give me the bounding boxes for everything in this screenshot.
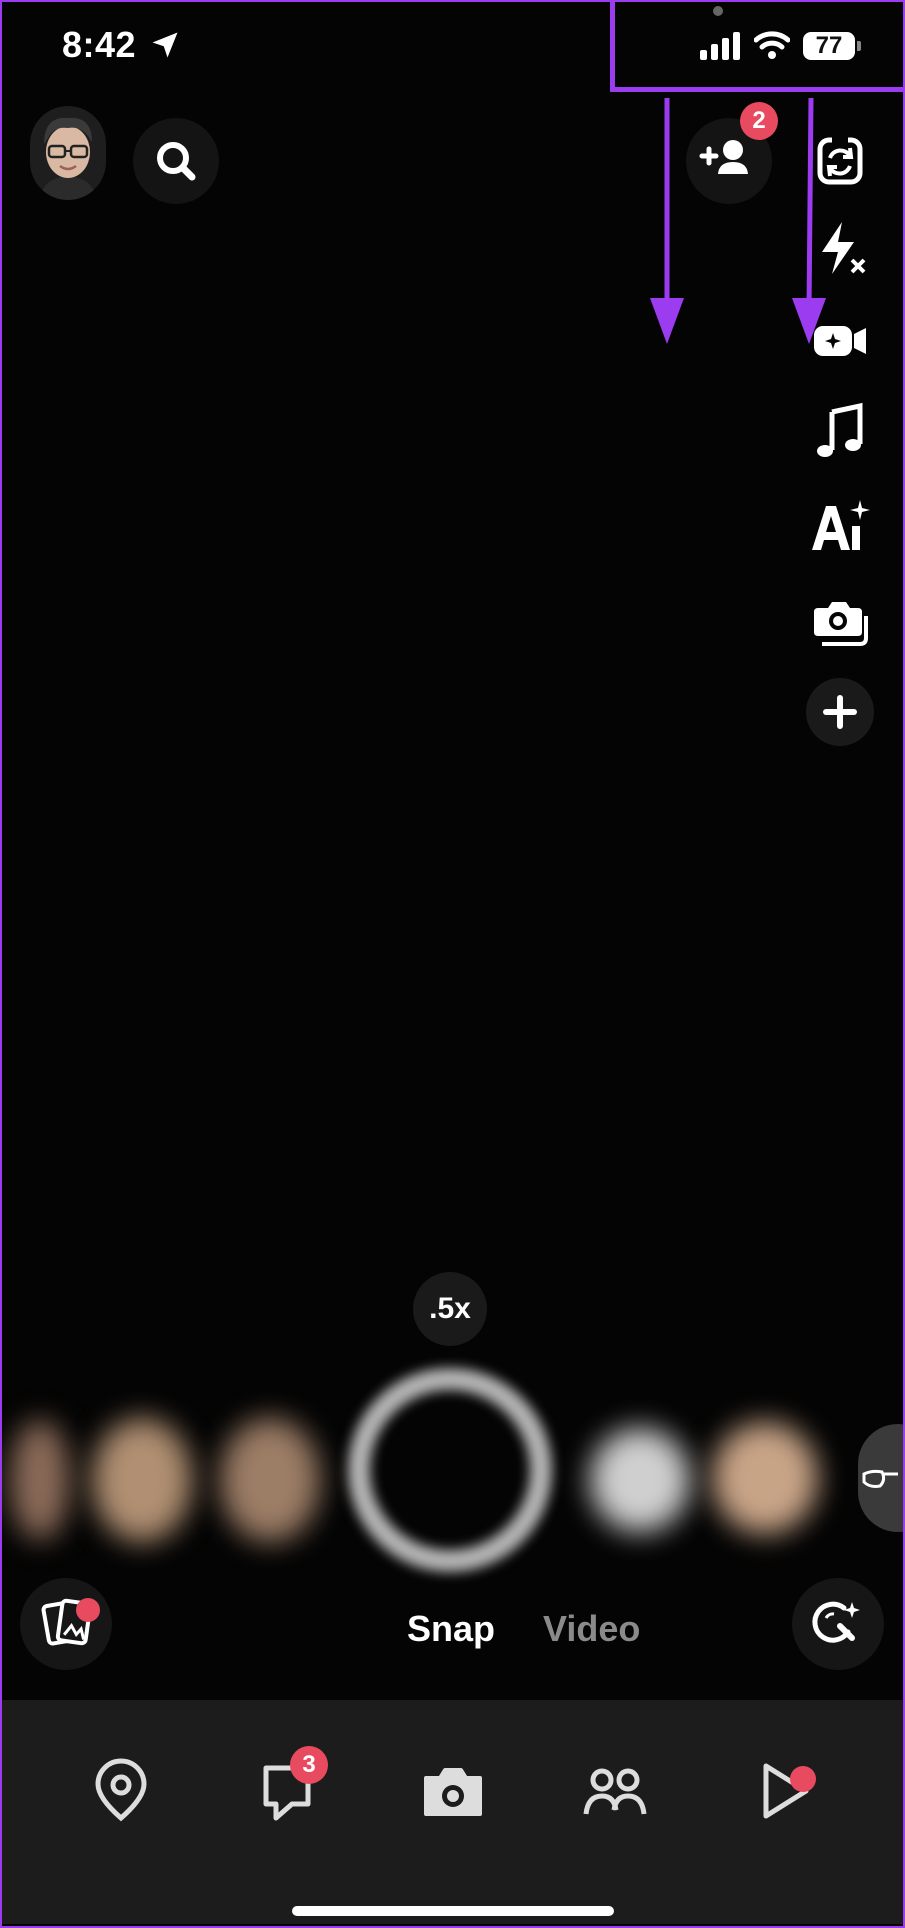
lens-item[interactable]	[590, 1428, 690, 1532]
mode-snap[interactable]: Snap	[407, 1608, 495, 1650]
scan-button[interactable]	[792, 1578, 884, 1670]
zoom-toggle-button[interactable]: .5x	[413, 1272, 487, 1346]
lens-item[interactable]	[712, 1422, 818, 1534]
memories-button[interactable]	[20, 1578, 112, 1670]
music-icon[interactable]	[808, 400, 872, 464]
flash-off-icon[interactable]	[808, 216, 872, 280]
more-tools-button[interactable]	[806, 678, 874, 746]
camera-icon[interactable]	[418, 1756, 488, 1826]
bitmoji-avatar[interactable]	[30, 106, 106, 200]
location-arrow-icon	[152, 32, 178, 58]
mode-video[interactable]: Video	[543, 1608, 640, 1650]
multi-capture-icon[interactable]	[808, 588, 872, 652]
shutter-button[interactable]	[348, 1368, 552, 1572]
chat-badge: 3	[290, 1746, 328, 1784]
add-friend-badge: 2	[740, 102, 778, 140]
annotation-highlight-box	[610, 0, 904, 92]
map-icon[interactable]	[86, 1756, 156, 1826]
scan-icon	[812, 1601, 860, 1643]
search-icon	[157, 142, 196, 181]
lens-item[interactable]	[92, 1418, 192, 1542]
friends-icon[interactable]	[580, 1756, 650, 1826]
search-button[interactable]	[133, 118, 219, 204]
status-time: 8:42	[62, 24, 137, 65]
home-indicator	[292, 1906, 614, 1916]
plus-icon	[823, 695, 857, 729]
lens-item-glasses[interactable]	[858, 1424, 905, 1532]
memories-notification-dot	[76, 1598, 100, 1622]
memories-icon	[41, 1598, 93, 1646]
annotation-arrow-left	[650, 98, 684, 344]
glasses-lens-icon	[862, 1469, 898, 1488]
lens-item[interactable]	[10, 1420, 70, 1540]
lens-item[interactable]	[220, 1418, 320, 1542]
flip-camera-icon[interactable]	[808, 128, 872, 192]
spotlight-notification-dot	[790, 1766, 816, 1792]
dual-camera-icon[interactable]	[808, 308, 872, 372]
ai-sparkle-icon[interactable]	[808, 494, 872, 558]
